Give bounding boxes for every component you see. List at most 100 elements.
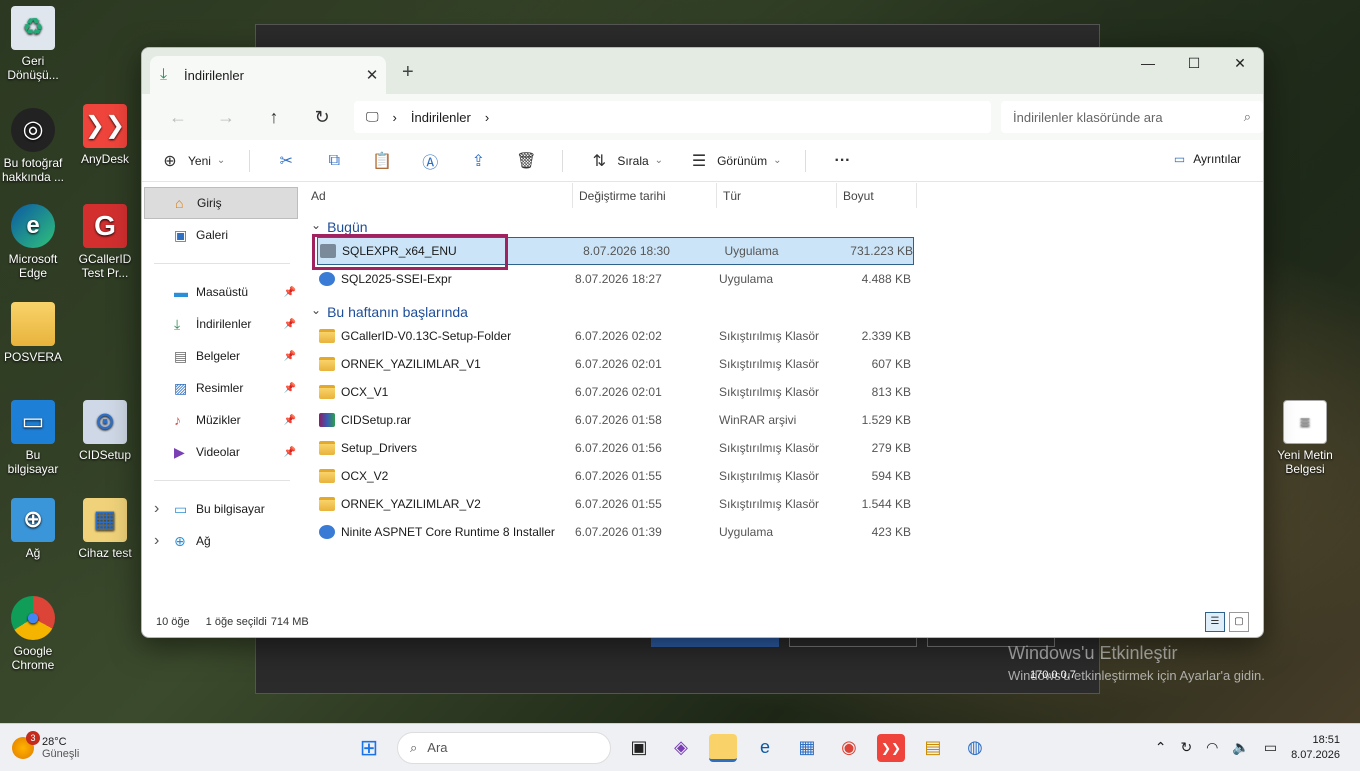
sidebar-item-this-pc[interactable]: ▭ Bu bilgisayar xyxy=(142,493,300,525)
cut-button[interactable]: ✂ xyxy=(274,151,298,171)
tiles-view-icon[interactable]: ▢ xyxy=(1229,612,1249,632)
pin-icon[interactable]: 📌 xyxy=(284,383,296,394)
chevron-up-icon[interactable]: ⌃ xyxy=(1155,739,1167,756)
search-placeholder: İndirilenler klasöründe ara xyxy=(1013,109,1163,125)
breadcrumb[interactable]: İndirilenler xyxy=(411,110,471,125)
sql-installer-icon[interactable]: ◍ xyxy=(961,734,989,762)
pin-icon[interactable]: 📌 xyxy=(284,351,296,362)
file-size: 1.544 KB xyxy=(861,497,911,511)
paste-button[interactable]: 📋 xyxy=(370,151,394,171)
sidebar-item-home[interactable]: ⌂ Giriş xyxy=(144,187,298,219)
sidebar-item-videos[interactable]: ▶ Videolar 📌 xyxy=(142,436,300,468)
new-button[interactable]: ⊕ Yeni ⌄ xyxy=(158,151,225,171)
refresh-icon[interactable]: ↻ xyxy=(298,107,346,128)
network-icon: ⊕ xyxy=(174,532,186,549)
start-icon[interactable]: ⊞ xyxy=(355,734,383,762)
desktop-icon-label: AnyDesk xyxy=(80,152,130,166)
file-row[interactable]: GCallerID-V0.13C-Setup-Folder 6.07.2026 0… xyxy=(305,322,1263,350)
desktop-icon-chrome[interactable]: ● Google Chrome xyxy=(0,596,66,672)
more-options-button[interactable]: ··· xyxy=(830,152,854,170)
column-header-type[interactable]: Tür xyxy=(717,183,837,208)
file-row[interactable]: SQLEXPR_x64_ENU 8.07.2026 18:30 Uygulama 73… xyxy=(317,237,914,265)
close-tab-icon[interactable]: ✕ xyxy=(358,66,386,84)
rename-button[interactable]: Ⓐ xyxy=(418,149,442,173)
details-view-icon[interactable]: ☰ xyxy=(1205,612,1225,632)
file-row[interactable]: OCX_V1 6.07.2026 02:01 Sıkıştırılmış Klasö… xyxy=(305,378,1263,406)
separator xyxy=(562,149,564,172)
back-icon[interactable]: ← xyxy=(154,107,202,128)
file-row[interactable]: SQL2025-SSEI-Expr 8.07.2026 18:27 Uygulama… xyxy=(305,265,1263,293)
pin-icon[interactable]: 📌 xyxy=(284,415,296,426)
delete-button[interactable]: 🗑 xyxy=(514,151,538,171)
search-input[interactable]: İndirilenler klasöründe ara ⌕ xyxy=(1001,101,1263,133)
desktop-icon-recycle-bin[interactable]: ♻ Geri Dönüşü... xyxy=(0,6,66,82)
details-button[interactable]: ▭ Ayrıntılar xyxy=(1174,152,1241,166)
sync-icon[interactable]: ↻ xyxy=(1180,739,1192,756)
maximize-icon[interactable]: ☐ xyxy=(1171,48,1217,78)
sidebar-item-music[interactable]: ♪ Müzikler 📌 xyxy=(142,404,300,436)
wifi-icon[interactable]: ◠ xyxy=(1206,739,1218,756)
file-row[interactable]: OCX_V2 6.07.2026 01:55 Sıkıştırılmış Klasö… xyxy=(305,462,1263,490)
desktop-icon-edge[interactable]: e Microsoft Edge xyxy=(0,204,66,280)
group-header[interactable]: Bu haftanın başlarında xyxy=(305,293,1263,322)
forward-icon[interactable]: → xyxy=(202,107,250,128)
close-icon[interactable]: ✕ xyxy=(1217,48,1263,78)
up-icon[interactable]: ↑ xyxy=(250,107,298,128)
file-name-cell: CIDSetup.rar xyxy=(305,413,575,427)
sidebar-item-gallery[interactable]: ▣ Galeri xyxy=(142,219,300,251)
edge-icon[interactable]: e xyxy=(751,734,779,762)
sidebar-item-pictures[interactable]: ▨ Resimler 📌 xyxy=(142,372,300,404)
desktop-icon-posvera[interactable]: POSVERA xyxy=(0,302,66,364)
sidebar-item-desktop[interactable]: ▬ Masaüstü 📌 xyxy=(142,276,300,308)
desktop-icon-anydesk[interactable]: ❯❯ AnyDesk xyxy=(72,104,138,166)
minimize-icon[interactable]: — xyxy=(1125,48,1171,78)
view-button[interactable]: ☰ Görünüm ⌄ xyxy=(687,151,782,171)
folder-icon xyxy=(319,357,335,371)
taskbar-search[interactable]: ⌕ Ara xyxy=(397,731,611,764)
new-tab-button[interactable]: + xyxy=(402,61,414,84)
desktop-icon-about-photo[interactable]: ◎ Bu fotoğraf hakkında ... xyxy=(0,108,66,184)
store-icon[interactable]: ▦ xyxy=(793,734,821,762)
pin-icon[interactable]: 📌 xyxy=(284,319,296,330)
volume-icon[interactable]: 🔈 xyxy=(1232,739,1249,756)
group-header[interactable]: Bugün xyxy=(305,208,1263,237)
desktop-icon-new-text-doc[interactable]: ≡ Yeni Metin Belgesi xyxy=(1272,400,1338,476)
view-icon: ☰ xyxy=(691,152,707,170)
file-row[interactable]: ORNEK_YAZILIMLAR_V1 6.07.2026 02:01 Sıkışt… xyxy=(305,350,1263,378)
clock[interactable]: 18:51 8.07.2026 xyxy=(1291,733,1340,763)
column-header-name[interactable]: Ad xyxy=(305,183,573,208)
file-row[interactable]: ORNEK_YAZILIMLAR_V2 6.07.2026 01:55 Sıkışt… xyxy=(305,490,1263,518)
sidebar-item-network[interactable]: ⊕ Ağ xyxy=(142,525,300,557)
new-label: Yeni xyxy=(188,153,211,168)
copilot-icon[interactable]: ◈ xyxy=(667,734,695,762)
sidebar-item-downloads[interactable]: ⤓ İndirilenler 📌 xyxy=(142,308,300,340)
share-button[interactable]: ⇪ xyxy=(466,151,490,171)
weather-widget[interactable]: 3 28°C Güneşli xyxy=(12,730,79,760)
desktop-icon-label: Geri Dönüşü... xyxy=(7,54,59,82)
sidebar-item-documents[interactable]: ▤ Belgeler 📌 xyxy=(142,340,300,372)
setup-icon[interactable]: ▤ xyxy=(919,734,947,762)
column-header-date[interactable]: Değiştirme tarihi xyxy=(573,183,717,208)
desktop-icon-this-pc[interactable]: ▭ Bu bilgisayar xyxy=(0,400,66,476)
pin-icon[interactable]: 📌 xyxy=(284,447,296,458)
desktop-icon-device-test[interactable]: ▦ Cihaz test xyxy=(72,498,138,560)
desktop-icon-network[interactable]: ⊕ Ağ xyxy=(0,498,66,560)
monitor-icon: ▭ xyxy=(174,500,188,517)
task-view-icon[interactable]: ▣ xyxy=(625,734,653,762)
battery-icon[interactable]: ▭ xyxy=(1264,739,1277,756)
file-name-cell: ORNEK_YAZILIMLAR_V2 xyxy=(305,497,575,511)
desktop-icon-cidsetup[interactable]: ⊙ CIDSetup xyxy=(72,400,138,462)
copy-button[interactable]: ⧉ xyxy=(322,152,346,170)
address-input[interactable]: 🖵 › İndirilenler › xyxy=(354,101,991,133)
pin-icon[interactable]: 📌 xyxy=(284,287,296,298)
desktop-icon-gcallerid[interactable]: G GCallerID Test Pr... xyxy=(72,204,138,280)
sort-button[interactable]: ⇅ Sırala ⌄ xyxy=(587,151,663,171)
file-row[interactable]: Setup_Drivers 6.07.2026 01:56 Sıkıştırılmı… xyxy=(305,434,1263,462)
file-row[interactable]: CIDSetup.rar 6.07.2026 01:58 WinRAR arşivi… xyxy=(305,406,1263,434)
chrome-icon[interactable]: ◉ xyxy=(835,734,863,762)
file-row[interactable]: Ninite ASPNET Core Runtime 8 Installer 6.… xyxy=(305,518,1263,546)
tab-downloads[interactable]: ⤓ İndirilenler ✕ xyxy=(150,56,386,94)
column-header-size[interactable]: Boyut xyxy=(837,183,917,208)
file-explorer-icon[interactable] xyxy=(709,733,737,762)
anydesk-icon[interactable]: ❯❯ xyxy=(877,733,905,762)
